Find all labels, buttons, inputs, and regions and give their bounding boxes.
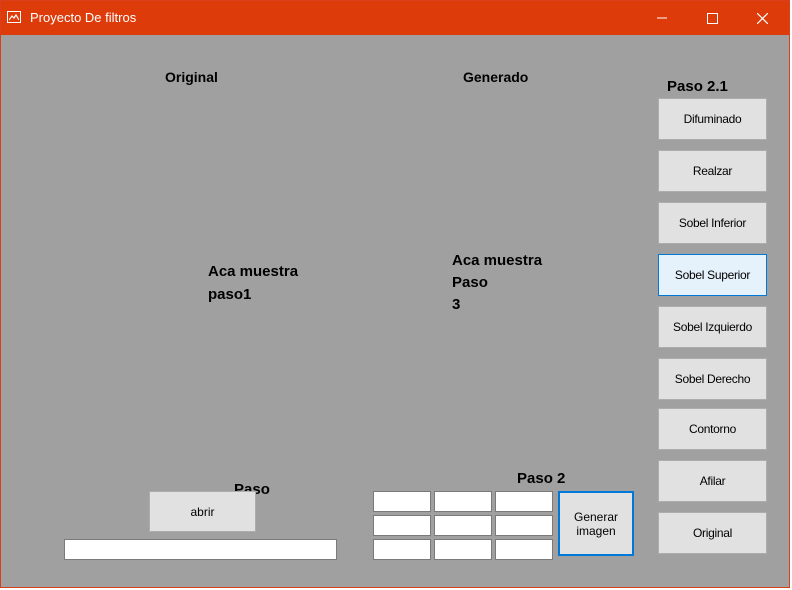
filter-button-sobel-derecho[interactable]: Sobel Derecho	[658, 358, 767, 400]
filter-button-realzar[interactable]: Realzar	[658, 150, 767, 192]
kernel-cell[interactable]	[495, 491, 553, 512]
filter-button-difuminado[interactable]: Difuminado	[658, 98, 767, 140]
kernel-cell[interactable]	[373, 539, 431, 560]
filter-button-original[interactable]: Original	[658, 512, 767, 554]
open-button[interactable]: abrir	[149, 491, 256, 532]
filter-button-sobel-izquierdo[interactable]: Sobel Izquierdo	[658, 306, 767, 348]
step2-label: Paso 2	[517, 470, 566, 487]
maximize-icon	[706, 12, 718, 24]
minimize-icon	[657, 17, 667, 19]
title-bar[interactable]: Proyecto De filtros	[1, 1, 789, 35]
generate-image-button[interactable]: Generar imagen	[558, 491, 634, 556]
original-title: Original	[165, 69, 218, 85]
kernel-cell[interactable]	[434, 539, 492, 560]
filter-button-sobel-superior[interactable]: Sobel Superior	[658, 254, 767, 296]
kernel-cell[interactable]	[373, 491, 431, 512]
main-window: Proyecto De filtros Original Generado Pa…	[0, 0, 790, 588]
filter-button-contorno[interactable]: Contorno	[658, 408, 767, 450]
generated-title: Generado	[463, 69, 529, 85]
kernel-cell[interactable]	[495, 515, 553, 536]
step21-label: Paso 2.1	[667, 78, 728, 95]
kernel-cell[interactable]	[434, 491, 492, 512]
kernel-cell[interactable]	[373, 515, 431, 536]
filter-button-sobel-inferior[interactable]: Sobel Inferior	[658, 202, 767, 244]
minimize-button[interactable]	[637, 1, 687, 35]
filter-button-afilar[interactable]: Afilar	[658, 460, 767, 502]
window-title: Proyecto De filtros	[30, 10, 137, 25]
file-path-input[interactable]	[64, 539, 337, 560]
close-icon	[756, 12, 768, 24]
original-image-placeholder: Aca muestra paso1	[208, 263, 299, 303]
generated-image-placeholder: Aca muestra Paso 3	[452, 252, 543, 313]
kernel-cell[interactable]	[495, 539, 553, 560]
picture-icon	[7, 11, 21, 23]
kernel-cell[interactable]	[434, 515, 492, 536]
close-button[interactable]	[737, 1, 787, 35]
maximize-button[interactable]	[687, 1, 737, 35]
